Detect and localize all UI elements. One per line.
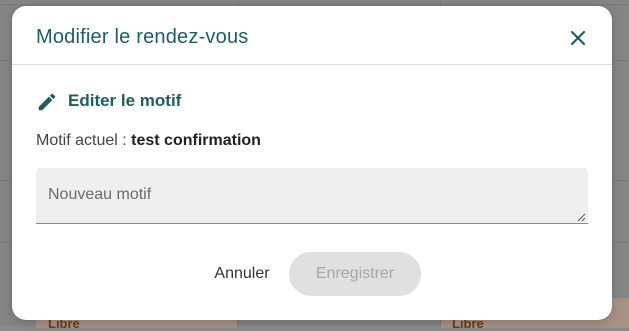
current-reason-label: Motif actuel : xyxy=(36,132,127,149)
current-reason: Motif actuel : test confirmation xyxy=(36,132,261,150)
current-reason-value: test confirmation xyxy=(131,132,261,149)
resize-grip-icon[interactable] xyxy=(577,213,586,222)
section-title: Editer le motif xyxy=(68,91,182,110)
calendar-gridline xyxy=(0,4,629,5)
dialog-title: Modifier le rendez-vous xyxy=(36,26,249,48)
dialog-header: Modifier le rendez-vous xyxy=(12,6,612,65)
close-button[interactable] xyxy=(567,27,589,49)
new-reason-input[interactable] xyxy=(36,168,588,224)
save-button[interactable]: Enregistrer xyxy=(289,252,421,296)
pencil-icon xyxy=(36,91,58,113)
close-icon xyxy=(570,30,586,46)
edit-appointment-dialog: Modifier le rendez-vous Editer le motif … xyxy=(12,6,612,320)
cancel-button[interactable]: Annuler xyxy=(202,252,282,296)
